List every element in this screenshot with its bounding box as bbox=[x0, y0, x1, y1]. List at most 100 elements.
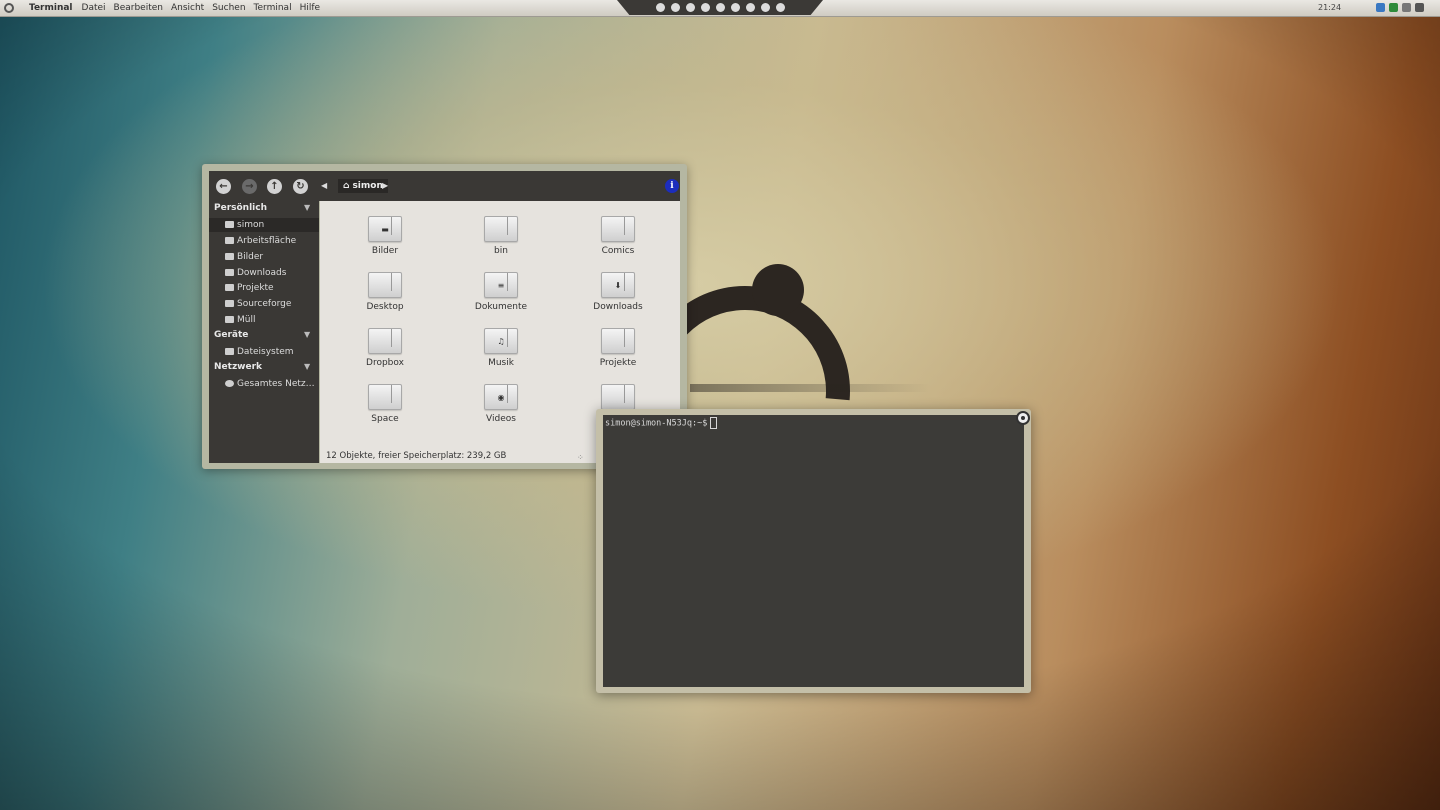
file-item-label: Desktop bbox=[366, 302, 404, 312]
collapse-triangle-icon[interactable]: ▼ bbox=[304, 330, 310, 339]
folder-icon bbox=[225, 269, 234, 276]
sidebar-item-projekte[interactable]: Projekte bbox=[209, 281, 319, 295]
folder-icon bbox=[225, 300, 234, 307]
menu-hilfe[interactable]: Hilfe bbox=[300, 3, 320, 13]
launcher-tray bbox=[617, 0, 823, 15]
sidebar-item-label: Müll bbox=[237, 315, 256, 325]
folder-icon: ≡ bbox=[484, 272, 518, 298]
sidebar-section-title[interactable]: Persönlich bbox=[214, 203, 267, 213]
network-icon bbox=[225, 380, 234, 387]
folder-icon bbox=[601, 328, 635, 354]
breadcrumb[interactable]: ⌂ simon bbox=[338, 179, 388, 193]
home-icon bbox=[225, 221, 234, 228]
file-item[interactable]: Dropbox bbox=[345, 316, 425, 368]
file-item[interactable]: Comics bbox=[578, 204, 658, 256]
drive-icon bbox=[225, 348, 234, 355]
home-icon: ⌂ bbox=[343, 181, 350, 191]
file-item-label: Dropbox bbox=[366, 358, 404, 368]
menu-suchen[interactable]: Suchen bbox=[212, 3, 245, 13]
prompt-text: simon@simon-N53Jq:~$ bbox=[605, 418, 708, 429]
folder-icon bbox=[368, 328, 402, 354]
file-item-label: Space bbox=[371, 414, 399, 424]
sidebar-item-dateisystem[interactable]: Dateisystem bbox=[209, 345, 319, 359]
file-item[interactable]: Space bbox=[345, 372, 425, 424]
sidebar-item-label: Dateisystem bbox=[237, 347, 294, 357]
sidebar-item-simon[interactable]: simon bbox=[209, 218, 319, 232]
active-app-name: Terminal bbox=[29, 3, 73, 13]
forward-arrow-icon[interactable]: → bbox=[242, 179, 257, 194]
ubuntu-logo-icon[interactable] bbox=[4, 3, 14, 13]
file-item[interactable]: bin bbox=[461, 204, 541, 256]
launcher-app-icon[interactable] bbox=[760, 3, 770, 12]
desktop-icon bbox=[225, 237, 234, 244]
file-item-label: Videos bbox=[486, 414, 516, 424]
sidebar-item-label: Sourceforge bbox=[237, 299, 292, 309]
sidebar-item-sourceforge[interactable]: Sourceforge bbox=[209, 297, 319, 311]
sidebar-item-downloads[interactable]: Downloads bbox=[209, 266, 319, 280]
folder-icon: ⬇ bbox=[601, 272, 635, 298]
folder-emblem: ⬇ bbox=[614, 281, 622, 290]
breadcrumb-label: simon bbox=[352, 181, 383, 191]
file-item[interactable]: ⬇ Downloads bbox=[578, 260, 658, 312]
status-bar-text: 12 Objekte, freier Speicherplatz: 239,2 … bbox=[326, 451, 507, 461]
sidebar-item-label: Arbeitsfläche bbox=[237, 236, 297, 246]
file-item-label: Musik bbox=[488, 358, 514, 368]
menu-ansicht[interactable]: Ansicht bbox=[171, 3, 204, 13]
terminal-screen[interactable]: simon@simon-N53Jq:~$ bbox=[603, 415, 1024, 687]
file-item-label: Comics bbox=[601, 246, 635, 256]
sidebar-item-arbeitsflaeche[interactable]: Arbeitsfläche bbox=[209, 234, 319, 248]
window-close-icon[interactable] bbox=[1016, 411, 1030, 425]
volume-indicator-icon[interactable] bbox=[1415, 3, 1424, 12]
file-item[interactable]: ◉ Videos bbox=[461, 372, 541, 424]
folder-emblem: ▬ bbox=[381, 225, 389, 234]
launcher-app-icon[interactable] bbox=[685, 3, 695, 12]
sidebar-item-muell[interactable]: Müll bbox=[209, 313, 319, 327]
clock[interactable]: 21:24 bbox=[1318, 3, 1341, 12]
sidebar-item-gesamtes-netzwerk[interactable]: Gesamtes Netz… bbox=[209, 377, 319, 391]
breadcrumb-right-icon[interactable]: ▶ bbox=[382, 181, 388, 190]
file-item-label: bin bbox=[494, 246, 508, 256]
sidebar-item-label: Gesamtes Netz… bbox=[237, 379, 315, 389]
sidebar-item-bilder[interactable]: Bilder bbox=[209, 250, 319, 264]
launcher-app-icon[interactable] bbox=[670, 3, 680, 12]
network-indicator-icon[interactable] bbox=[1376, 3, 1385, 12]
indicator-area bbox=[1376, 3, 1424, 12]
file-item[interactable]: Desktop bbox=[345, 260, 425, 312]
mail-indicator-icon[interactable] bbox=[1402, 3, 1411, 12]
folder-icon bbox=[601, 216, 635, 242]
messaging-indicator-icon[interactable] bbox=[1389, 3, 1398, 12]
launcher-app-icon[interactable] bbox=[745, 3, 755, 12]
file-item[interactable]: ♫ Musik bbox=[461, 316, 541, 368]
reload-icon[interactable]: ↻ bbox=[293, 179, 308, 194]
sidebar-section-title[interactable]: Geräte bbox=[214, 330, 248, 340]
launcher-app-icon[interactable] bbox=[700, 3, 710, 12]
menu-terminal[interactable]: Terminal bbox=[254, 3, 292, 13]
folder-icon: ♫ bbox=[484, 328, 518, 354]
terminal-prompt: simon@simon-N53Jq:~$ bbox=[605, 417, 718, 429]
back-arrow-icon[interactable]: ← bbox=[216, 179, 231, 194]
places-sidebar: Persönlich ▼ simon Arbeitsfläche Bilder … bbox=[209, 201, 319, 463]
text-cursor bbox=[710, 417, 718, 429]
wallpaper-logo-dot bbox=[752, 264, 804, 316]
collapse-triangle-icon[interactable]: ▼ bbox=[304, 362, 310, 371]
launcher-app-icon[interactable] bbox=[775, 3, 785, 12]
folder-icon: ◉ bbox=[484, 384, 518, 410]
file-item[interactable]: ≡ Dokumente bbox=[461, 260, 541, 312]
menu-bearbeiten[interactable]: Bearbeiten bbox=[114, 3, 163, 13]
launcher-app-icon[interactable] bbox=[730, 3, 740, 12]
up-arrow-icon[interactable]: ↑ bbox=[267, 179, 282, 194]
file-item[interactable]: Projekte bbox=[578, 316, 658, 368]
sidebar-item-label: Bilder bbox=[237, 252, 264, 262]
launcher-app-icon[interactable] bbox=[655, 3, 665, 12]
sidebar-section-title[interactable]: Netzwerk bbox=[214, 362, 262, 372]
file-item-label: Dokumente bbox=[474, 302, 528, 312]
sidebar-item-label: Projekte bbox=[237, 283, 274, 293]
folder-emblem: ♫ bbox=[497, 337, 505, 346]
resize-grip-icon[interactable]: ⁘ bbox=[577, 453, 584, 462]
menu-datei[interactable]: Datei bbox=[82, 3, 106, 13]
launcher-app-icon[interactable] bbox=[715, 3, 725, 12]
collapse-triangle-icon[interactable]: ▼ bbox=[304, 203, 310, 212]
info-icon[interactable]: i bbox=[665, 179, 679, 193]
file-item[interactable]: ▬ Bilder bbox=[345, 204, 425, 256]
breadcrumb-left-icon[interactable]: ◀ bbox=[321, 181, 327, 190]
